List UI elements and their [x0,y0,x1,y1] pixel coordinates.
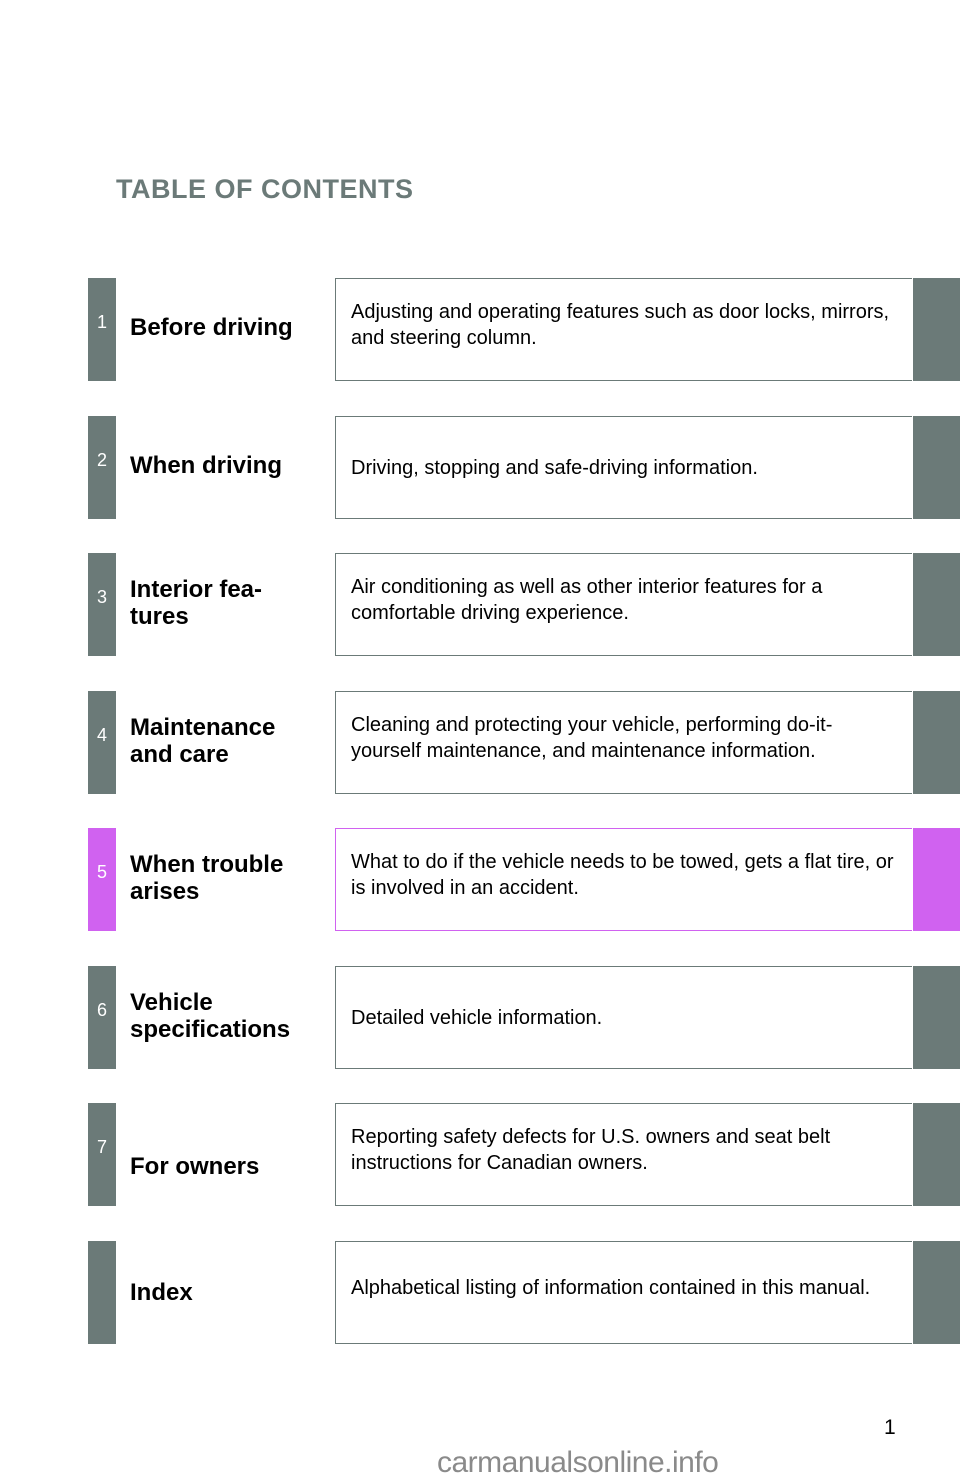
section-description-box: Alphabetical listing of information cont… [335,1241,912,1344]
section-heading[interactable]: Index [130,1241,330,1344]
section-description-box: Driving, stopping and safe-driving infor… [335,416,912,519]
toc-row-for-owners[interactable]: 7 For owners Reporting safety defects fo… [88,1103,960,1206]
section-description-box: Cleaning and protecting your vehicle, pe… [335,691,912,794]
section-number: 5 [96,862,107,882]
section-heading[interactable]: Before driving [130,278,330,381]
section-number-tab: 1 [88,278,116,381]
section-heading[interactable]: When trouble arises [130,828,330,931]
section-side-tab[interactable] [913,278,960,381]
section-heading[interactable]: Vehicle specifications [130,966,330,1069]
toc-row-maintenance-and-care[interactable]: 4 Maintenance and care Cleaning and prot… [88,691,960,794]
section-description: Reporting safety defects for U.S. owners… [351,1125,831,1174]
toc-row-when-trouble-arises[interactable]: 5 When trouble arises What to do if the … [88,828,960,931]
section-number-tab: 6 [88,966,116,1069]
section-heading[interactable]: Maintenance and care [130,691,330,794]
section-description: Driving, stopping and safe-driving infor… [351,456,758,479]
section-number-tab: 7 [88,1103,116,1206]
section-number: 7 [96,1137,107,1157]
section-description: Detailed vehicle information. [351,1006,603,1029]
section-number: 4 [96,725,107,745]
section-number-tab: 4 [88,691,116,794]
section-heading[interactable]: Interior fea- tures [130,553,330,656]
section-number-tab [88,1241,116,1344]
section-description-box: Adjusting and operating features such as… [335,278,912,381]
section-description-box: Air conditioning as well as other interi… [335,553,912,656]
section-description-box: Reporting safety defects for U.S. owners… [335,1103,912,1206]
section-number: 6 [96,1000,107,1020]
toc-row-vehicle-specifications[interactable]: 6 Vehicle specifications Detailed vehicl… [88,966,960,1069]
section-side-tab[interactable] [913,691,960,794]
section-heading[interactable]: When driving [130,416,330,519]
section-side-tab[interactable] [913,828,960,931]
section-side-tab[interactable] [913,416,960,519]
toc-row-when-driving[interactable]: 2 When driving Driving, stopping and saf… [88,416,960,519]
section-number-tab: 5 [88,828,116,931]
section-side-tab[interactable] [913,966,960,1069]
section-description: Air conditioning as well as other interi… [351,575,823,624]
section-number: 2 [96,450,107,470]
toc-row-interior-features[interactable]: 3 Interior fea- tures Air conditioning a… [88,553,960,656]
toc-row-before-driving[interactable]: 1 Before driving Adjusting and operating… [88,278,960,381]
section-heading[interactable]: For owners [130,1103,330,1206]
page-number: 1 [884,1416,896,1439]
section-number: 1 [96,312,107,332]
section-description: Adjusting and operating features such as… [351,300,890,349]
section-description: Alphabetical listing of information cont… [351,1276,871,1299]
section-number-tab: 2 [88,416,116,519]
section-side-tab[interactable] [913,1103,960,1206]
section-side-tab[interactable] [913,1241,960,1344]
page-title: TABLE OF CONTENTS [116,174,414,204]
watermark: carmanualsonline.info [437,1446,719,1479]
section-number: 3 [96,587,107,607]
section-description-box: Detailed vehicle information. [335,966,912,1069]
section-description-box: What to do if the vehicle needs to be to… [335,828,912,931]
toc-row-index[interactable]: Index Alphabetical listing of informatio… [88,1241,960,1344]
section-description: What to do if the vehicle needs to be to… [351,850,894,899]
section-number-tab: 3 [88,553,116,656]
section-description: Cleaning and protecting your vehicle, pe… [351,713,833,762]
section-side-tab[interactable] [913,553,960,656]
